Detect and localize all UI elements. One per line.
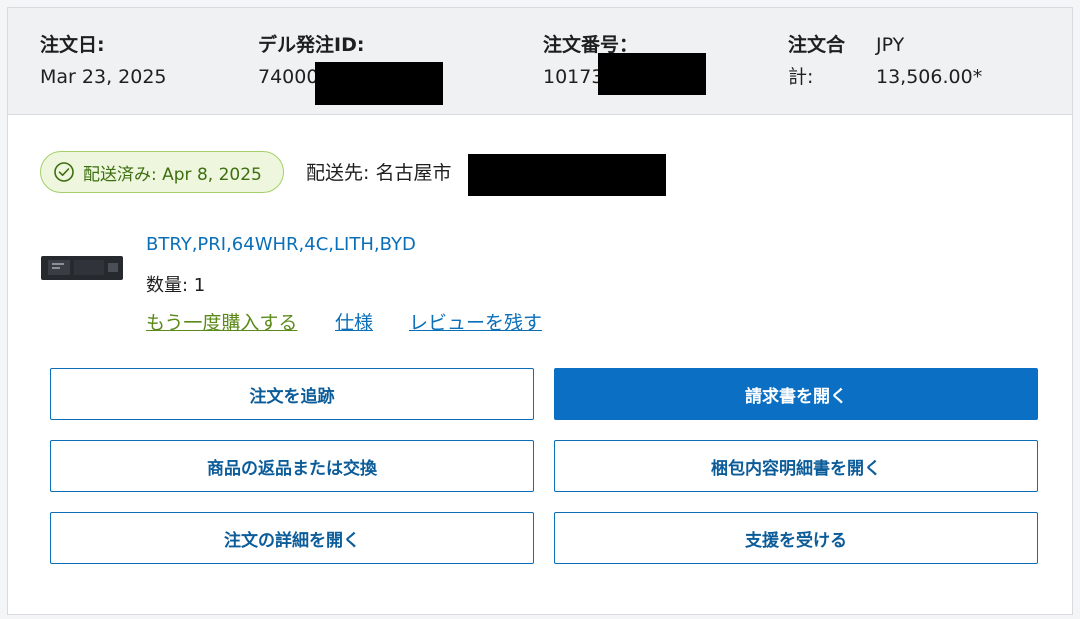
order-card: 注文日: Mar 23, 2025 デル発注ID: 74000 注文番号： 10… — [7, 7, 1073, 615]
battery-product-image — [41, 256, 123, 280]
order-total-label-line2: 計: — [788, 66, 814, 88]
get-support-button[interactable]: 支援を受ける — [554, 512, 1038, 564]
redaction-bar — [598, 53, 706, 95]
buy-again-link[interactable]: もう一度購入する — [146, 308, 297, 335]
order-date: 注文日: Mar 23, 2025 — [40, 29, 167, 93]
track-order-button[interactable]: 注文を追跡 — [50, 368, 534, 420]
return-exchange-button[interactable]: 商品の返品または交換 — [50, 440, 534, 492]
specs-link[interactable]: 仕様 — [335, 308, 373, 335]
product-name[interactable]: BTRY,PRI,64WHR,4C,LITH,BYD — [146, 234, 416, 255]
redaction-bar — [468, 154, 666, 196]
redaction-bar — [315, 62, 443, 105]
open-order-details-button[interactable]: 注文の詳細を開く — [50, 512, 534, 564]
order-total-value: 13,506.00* — [876, 66, 983, 88]
order-date-value: Mar 23, 2025 — [40, 66, 167, 88]
order-total-label-line1: 注文合 — [788, 34, 846, 56]
order-total-label: 注文合 計: — [788, 29, 845, 93]
leave-review-link[interactable]: レビューを残す — [409, 308, 542, 335]
delivery-status-text: 配送済み: Apr 8, 2025 — [83, 164, 262, 185]
order-total: JPY 13,506.00* — [876, 29, 982, 93]
product-quantity: 数量: 1 — [146, 275, 206, 296]
order-date-label: 注文日: — [40, 34, 105, 56]
delivery-status-badge: 配送済み: Apr 8, 2025 — [40, 151, 284, 193]
order-summary-header: 注文日: Mar 23, 2025 デル発注ID: 74000 注文番号： 10… — [8, 8, 1072, 115]
ship-to-label: 配送先: — [306, 162, 370, 184]
ship-to-city: 名古屋市 — [375, 162, 452, 184]
order-total-currency: JPY — [876, 34, 905, 56]
open-invoice-button[interactable]: 請求書を開く — [554, 368, 1038, 420]
check-circle-icon — [54, 162, 74, 182]
dell-order-id-label: デル発注ID: — [258, 34, 365, 56]
ship-to: 配送先: 名古屋市 — [306, 158, 451, 185]
open-packing-slip-button[interactable]: 梱包内容明細書を開く — [554, 440, 1038, 492]
